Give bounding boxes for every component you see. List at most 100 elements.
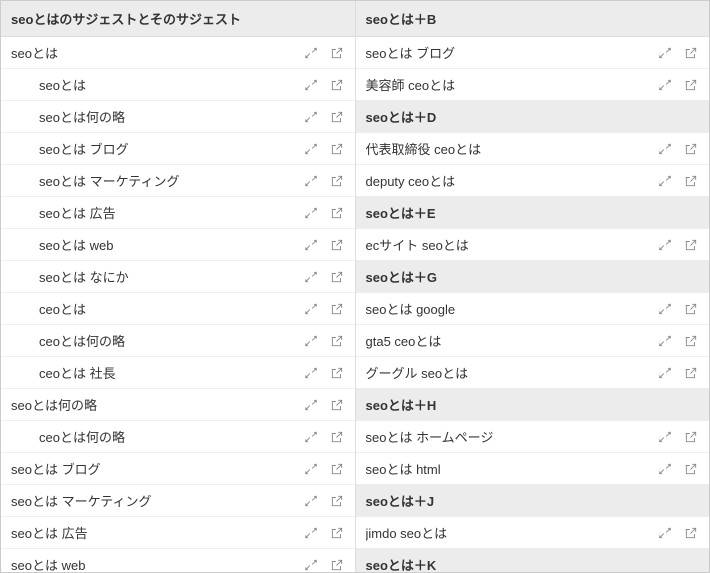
- list-item[interactable]: seoとは 広告: [1, 517, 355, 549]
- list-item[interactable]: ceoとは何の略: [1, 325, 355, 357]
- external-link-icon[interactable]: [683, 45, 699, 61]
- retweet-icon[interactable]: [657, 333, 673, 349]
- subheader-label: seoとは＋H: [366, 395, 700, 414]
- list-item[interactable]: seoとは 広告: [1, 197, 355, 229]
- list-item[interactable]: seoとは: [1, 37, 355, 69]
- right-subheader: seoとは＋H: [356, 389, 710, 421]
- external-link-icon[interactable]: [329, 397, 345, 413]
- list-item[interactable]: ceoとは 社長: [1, 357, 355, 389]
- external-link-icon[interactable]: [683, 461, 699, 477]
- list-item[interactable]: gta5 ceoとは: [356, 325, 710, 357]
- item-label: gta5 ceoとは: [366, 331, 658, 350]
- subheader-label: seoとは＋G: [366, 267, 700, 286]
- retweet-icon[interactable]: [303, 109, 319, 125]
- external-link-icon[interactable]: [329, 173, 345, 189]
- retweet-icon[interactable]: [657, 429, 673, 445]
- list-item[interactable]: deputy ceoとは: [356, 165, 710, 197]
- retweet-icon[interactable]: [303, 557, 319, 573]
- item-actions: [657, 45, 699, 61]
- list-item[interactable]: seoとは何の略: [1, 101, 355, 133]
- list-item[interactable]: seoとは マーケティング: [1, 165, 355, 197]
- retweet-icon[interactable]: [657, 237, 673, 253]
- external-link-icon[interactable]: [329, 365, 345, 381]
- retweet-icon[interactable]: [303, 237, 319, 253]
- item-label: seoとは 広告: [11, 523, 303, 542]
- retweet-icon[interactable]: [657, 365, 673, 381]
- external-link-icon[interactable]: [329, 333, 345, 349]
- right-subheader: seoとは＋G: [356, 261, 710, 293]
- retweet-icon[interactable]: [657, 173, 673, 189]
- external-link-icon[interactable]: [329, 429, 345, 445]
- retweet-icon[interactable]: [303, 493, 319, 509]
- retweet-icon[interactable]: [657, 77, 673, 93]
- list-item[interactable]: 代表取締役 ceoとは: [356, 133, 710, 165]
- list-item[interactable]: seoとは web: [1, 229, 355, 261]
- retweet-icon[interactable]: [657, 461, 673, 477]
- retweet-icon[interactable]: [303, 461, 319, 477]
- external-link-icon[interactable]: [329, 237, 345, 253]
- external-link-icon[interactable]: [683, 77, 699, 93]
- external-link-icon[interactable]: [329, 77, 345, 93]
- retweet-icon[interactable]: [303, 365, 319, 381]
- external-link-icon[interactable]: [683, 429, 699, 445]
- item-label: seoとは google: [366, 299, 658, 318]
- list-item[interactable]: seoとは なにか: [1, 261, 355, 293]
- external-link-icon[interactable]: [683, 525, 699, 541]
- external-link-icon[interactable]: [683, 237, 699, 253]
- external-link-icon[interactable]: [329, 109, 345, 125]
- external-link-icon[interactable]: [683, 301, 699, 317]
- external-link-icon[interactable]: [683, 173, 699, 189]
- retweet-icon[interactable]: [303, 333, 319, 349]
- list-item[interactable]: seoとは ホームページ: [356, 421, 710, 453]
- retweet-icon[interactable]: [303, 205, 319, 221]
- list-item[interactable]: グーグル seoとは: [356, 357, 710, 389]
- retweet-icon[interactable]: [303, 525, 319, 541]
- list-item[interactable]: seoとは ブログ: [1, 133, 355, 165]
- item-label: seoとは ブログ: [39, 139, 303, 158]
- item-actions: [303, 525, 345, 541]
- list-item[interactable]: seoとは マーケティング: [1, 485, 355, 517]
- external-link-icon[interactable]: [329, 301, 345, 317]
- external-link-icon[interactable]: [329, 141, 345, 157]
- list-item[interactable]: seoとは web: [1, 549, 355, 572]
- retweet-icon[interactable]: [657, 141, 673, 157]
- list-item[interactable]: ceoとは: [1, 293, 355, 325]
- list-item[interactable]: seoとは ブログ: [356, 37, 710, 69]
- list-item[interactable]: seoとは ブログ: [1, 453, 355, 485]
- list-item[interactable]: jimdo seoとは: [356, 517, 710, 549]
- item-actions: [303, 237, 345, 253]
- external-link-icon[interactable]: [683, 365, 699, 381]
- external-link-icon[interactable]: [329, 205, 345, 221]
- external-link-icon[interactable]: [329, 493, 345, 509]
- list-item[interactable]: seoとは何の略: [1, 389, 355, 421]
- external-link-icon[interactable]: [683, 141, 699, 157]
- list-item[interactable]: seoとは html: [356, 453, 710, 485]
- retweet-icon[interactable]: [303, 77, 319, 93]
- item-label: seoとは マーケティング: [11, 491, 303, 510]
- retweet-icon[interactable]: [303, 301, 319, 317]
- item-label: グーグル seoとは: [366, 363, 658, 382]
- retweet-icon[interactable]: [657, 525, 673, 541]
- retweet-icon[interactable]: [303, 45, 319, 61]
- retweet-icon[interactable]: [303, 397, 319, 413]
- item-actions: [657, 301, 699, 317]
- retweet-icon[interactable]: [303, 173, 319, 189]
- external-link-icon[interactable]: [683, 333, 699, 349]
- external-link-icon[interactable]: [329, 525, 345, 541]
- retweet-icon[interactable]: [303, 269, 319, 285]
- external-link-icon[interactable]: [329, 45, 345, 61]
- list-item[interactable]: 美容師 ceoとは: [356, 69, 710, 101]
- retweet-icon[interactable]: [303, 141, 319, 157]
- retweet-icon[interactable]: [303, 429, 319, 445]
- list-item[interactable]: ecサイト seoとは: [356, 229, 710, 261]
- right-subheader: seoとは＋E: [356, 197, 710, 229]
- retweet-icon[interactable]: [657, 301, 673, 317]
- retweet-icon[interactable]: [657, 45, 673, 61]
- external-link-icon[interactable]: [329, 557, 345, 573]
- list-item[interactable]: seoとは: [1, 69, 355, 101]
- list-item[interactable]: seoとは google: [356, 293, 710, 325]
- list-item[interactable]: ceoとは何の略: [1, 421, 355, 453]
- external-link-icon[interactable]: [329, 461, 345, 477]
- external-link-icon[interactable]: [329, 269, 345, 285]
- item-actions: [303, 205, 345, 221]
